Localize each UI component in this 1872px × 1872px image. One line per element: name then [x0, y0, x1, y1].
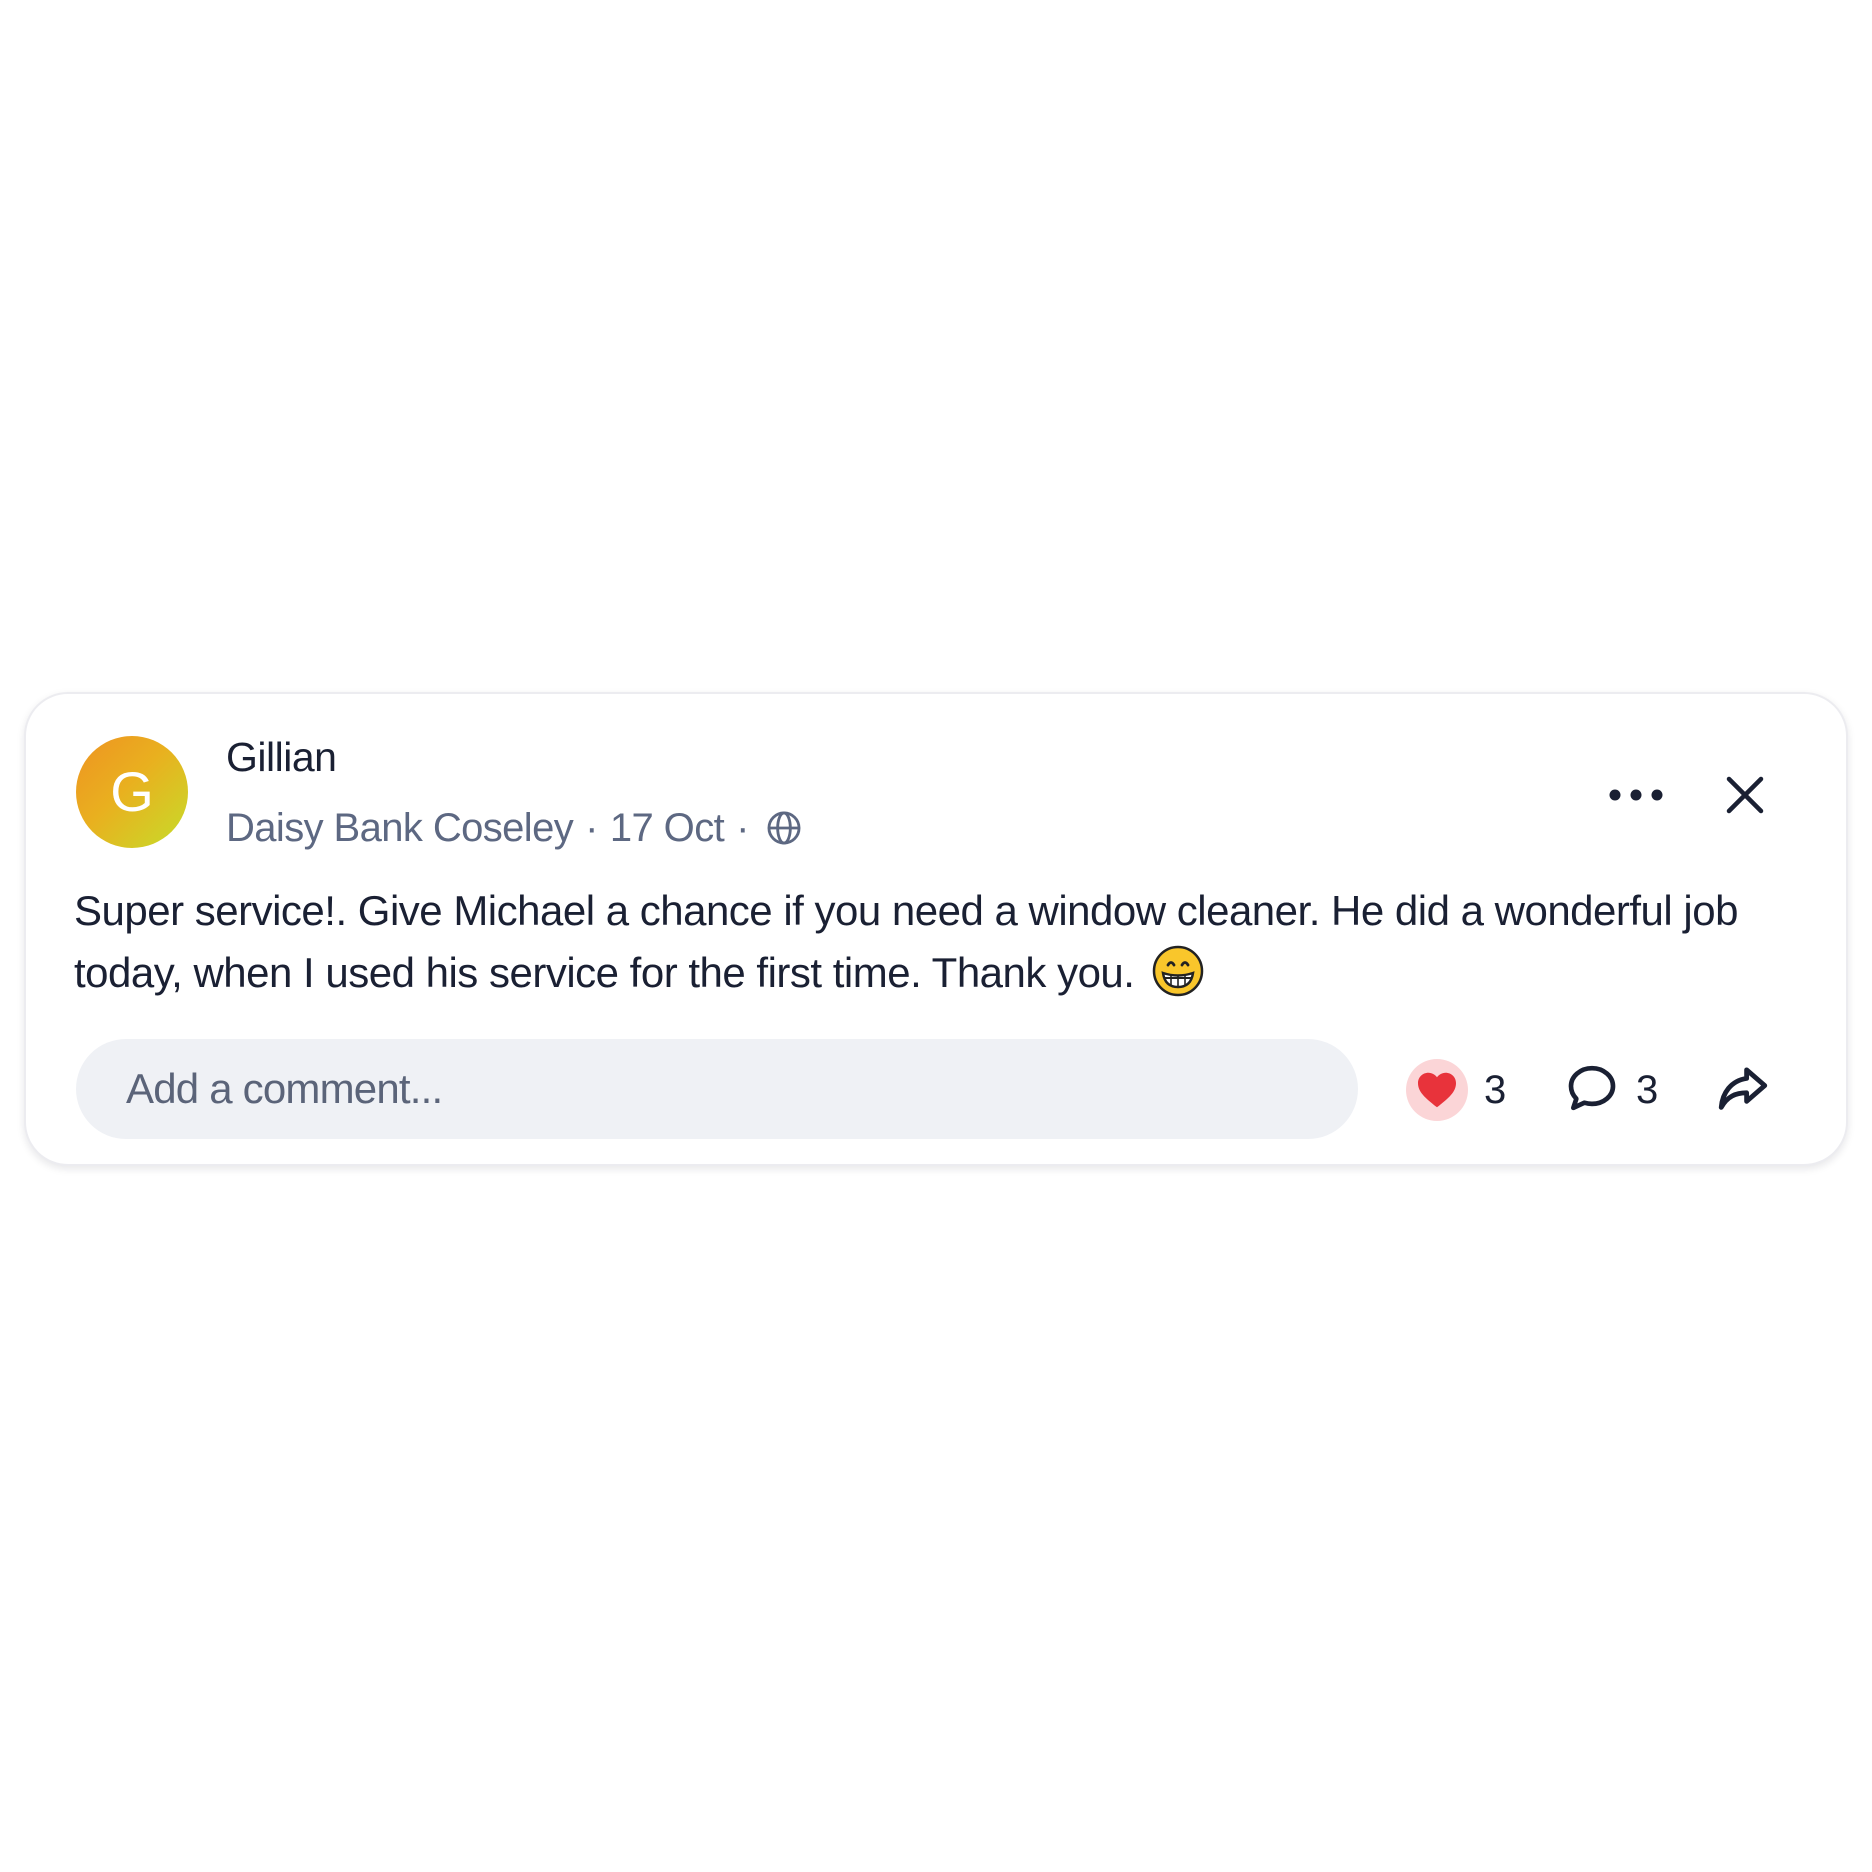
- author-name[interactable]: Gillian: [226, 734, 337, 781]
- meta-separator: ·: [736, 805, 749, 850]
- like-count: 3: [1484, 1067, 1507, 1112]
- avatar-initial: G: [110, 760, 154, 823]
- post-text: Super service!. Give Michael a chance if…: [74, 887, 1738, 996]
- post-location[interactable]: Daisy Bank Coseley: [226, 806, 574, 851]
- grinning-face-emoji: [1152, 945, 1204, 1014]
- share-button[interactable]: [1714, 1058, 1772, 1122]
- post-meta: Daisy Bank Coseley · 17 Oct ·: [226, 804, 803, 852]
- post-body: Super service!. Give Michael a chance if…: [74, 880, 1774, 1014]
- avatar[interactable]: G: [76, 736, 188, 848]
- comment-count: 3: [1636, 1067, 1659, 1112]
- comments-button[interactable]: 3: [1564, 1058, 1658, 1122]
- post-date[interactable]: 17 Oct: [610, 806, 725, 851]
- meta-separator: ·: [585, 805, 598, 850]
- comment-placeholder: Add a comment...: [126, 1065, 443, 1112]
- like-button[interactable]: 3: [1406, 1058, 1506, 1122]
- globe-icon: [765, 809, 803, 847]
- heart-icon: [1406, 1059, 1468, 1121]
- close-button[interactable]: [1714, 766, 1776, 828]
- post-card: G Gillian Daisy Bank Coseley · 17 Oct ·: [24, 692, 1848, 1166]
- comment-input[interactable]: Add a comment...: [76, 1039, 1358, 1139]
- more-options-button[interactable]: [1596, 772, 1676, 822]
- share-arrow-icon: [1714, 1059, 1772, 1122]
- more-dots-icon: [1608, 788, 1664, 807]
- close-icon: [1725, 775, 1765, 820]
- speech-bubble-icon: [1564, 1060, 1620, 1121]
